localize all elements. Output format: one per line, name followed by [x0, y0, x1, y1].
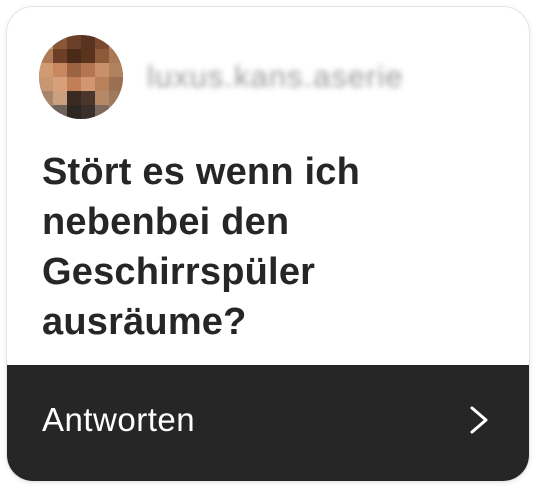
chevron-right-icon [470, 406, 488, 434]
username[interactable]: luxus.kans.aserie [147, 59, 404, 95]
question-header: luxus.kans.aserie [39, 35, 404, 119]
reply-label: Antworten [42, 401, 196, 438]
question-sticker-card: luxus.kans.aserie Stört es wenn ich nebe… [7, 7, 529, 481]
avatar[interactable] [39, 35, 123, 119]
reply-button[interactable]: Antworten [7, 365, 529, 481]
question-text: Stört es wenn ich nebenbei den Geschirrs… [42, 151, 361, 343]
